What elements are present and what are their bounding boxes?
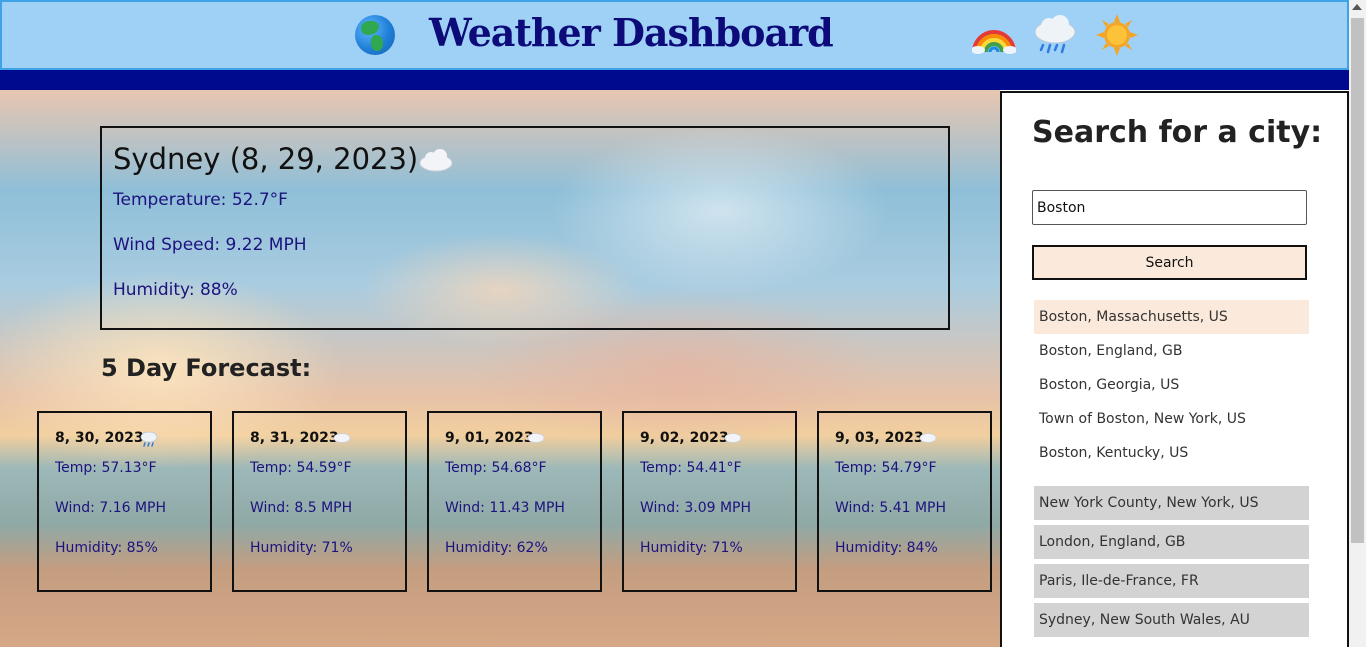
forecast-card: 8, 30, 2023 Temp: 57.13°F Wind: 7.16 MPH…	[37, 411, 212, 592]
city-search-input[interactable]	[1032, 190, 1307, 225]
search-button[interactable]: Search	[1032, 245, 1307, 280]
forecast-date: 9, 02, 2023	[640, 430, 729, 446]
forecast-date: 9, 01, 2023	[445, 430, 534, 446]
sun-icon	[1096, 14, 1138, 56]
forecast-date: 8, 30, 2023	[55, 430, 144, 446]
cloud-icon	[419, 149, 453, 172]
forecast-date: 8, 31, 2023	[250, 430, 339, 446]
forecast-humidity: Humidity: 71%	[640, 540, 743, 556]
forecast-humidity: Humidity: 62%	[445, 540, 548, 556]
current-humidity: Humidity: 88%	[113, 280, 238, 300]
cloud-icon	[919, 433, 937, 443]
forecast-wind: Wind: 3.09 MPH	[640, 500, 752, 516]
history-city-button[interactable]: New York County, New York, US	[1034, 486, 1309, 520]
forecast-humidity: Humidity: 85%	[55, 540, 158, 556]
forecast-title: 5 Day Forecast:	[101, 354, 312, 382]
forecast-temp: Temp: 57.13°F	[55, 460, 157, 476]
forecast-wind: Wind: 8.5 MPH	[250, 500, 353, 516]
forecast-humidity: Humidity: 84%	[835, 540, 938, 556]
current-city-date: Sydney (8, 29, 2023)	[113, 142, 419, 176]
forecast-temp: Temp: 54.59°F	[250, 460, 352, 476]
history-city-button[interactable]: Sydney, New South Wales, AU	[1034, 603, 1309, 637]
forecast-card: 9, 02, 2023 Temp: 54.41°F Wind: 3.09 MPH…	[622, 411, 797, 592]
cloud-icon	[333, 433, 351, 443]
history-city-button[interactable]: London, England, GB	[1034, 525, 1309, 559]
search-result-item[interactable]: Boston, Georgia, US	[1034, 368, 1309, 402]
history-city-button[interactable]: Paris, Ile-de-France, FR	[1034, 564, 1309, 598]
cloud-icon	[724, 433, 742, 443]
rain-cloud-icon	[140, 431, 158, 447]
current-temperature: Temperature: 52.7°F	[113, 190, 288, 210]
search-sidebar: Search for a city: Search Boston, Massac…	[1000, 91, 1349, 647]
forecast-temp: Temp: 54.41°F	[640, 460, 742, 476]
forecast-temp: Temp: 54.68°F	[445, 460, 547, 476]
rain-cloud-icon	[1034, 15, 1076, 54]
forecast-temp: Temp: 54.79°F	[835, 460, 937, 476]
forecast-wind: Wind: 7.16 MPH	[55, 500, 167, 516]
forecast-wind: Wind: 5.41 MPH	[835, 500, 947, 516]
forecast-card: 8, 31, 2023 Temp: 54.59°F Wind: 8.5 MPH …	[232, 411, 407, 592]
search-result-item[interactable]: Boston, Kentucky, US	[1034, 436, 1309, 470]
search-title: Search for a city:	[1032, 115, 1323, 150]
forecast-humidity: Humidity: 71%	[250, 540, 353, 556]
page-title: Weather Dashboard	[429, 10, 834, 55]
scrollbar-thumb[interactable]	[1351, 18, 1364, 543]
scroll-up-arrow-icon[interactable]	[1352, 4, 1362, 10]
forecast-card: 9, 01, 2023 Temp: 54.68°F Wind: 11.43 MP…	[427, 411, 602, 592]
current-weather-card: Sydney (8, 29, 2023) Temperature: 52.7°F…	[100, 126, 950, 330]
header-underline-bar	[0, 70, 1349, 90]
cloud-icon	[527, 433, 545, 443]
forecast-date: 9, 03, 2023	[835, 430, 924, 446]
search-result-item[interactable]: Boston, England, GB	[1034, 334, 1309, 368]
forecast-card: 9, 03, 2023 Temp: 54.79°F Wind: 5.41 MPH…	[817, 411, 992, 592]
current-wind: Wind Speed: 9.22 MPH	[113, 235, 307, 255]
rainbow-icon	[972, 30, 1016, 54]
search-result-item[interactable]: Boston, Massachusetts, US	[1034, 300, 1309, 334]
forecast-wind: Wind: 11.43 MPH	[445, 500, 565, 516]
globe-icon	[355, 15, 395, 55]
header: Weather Dashboard	[0, 0, 1349, 70]
search-result-item[interactable]: Town of Boston, New York, US	[1034, 402, 1309, 436]
main-content: Sydney (8, 29, 2023) Temperature: 52.7°F…	[0, 90, 1000, 647]
